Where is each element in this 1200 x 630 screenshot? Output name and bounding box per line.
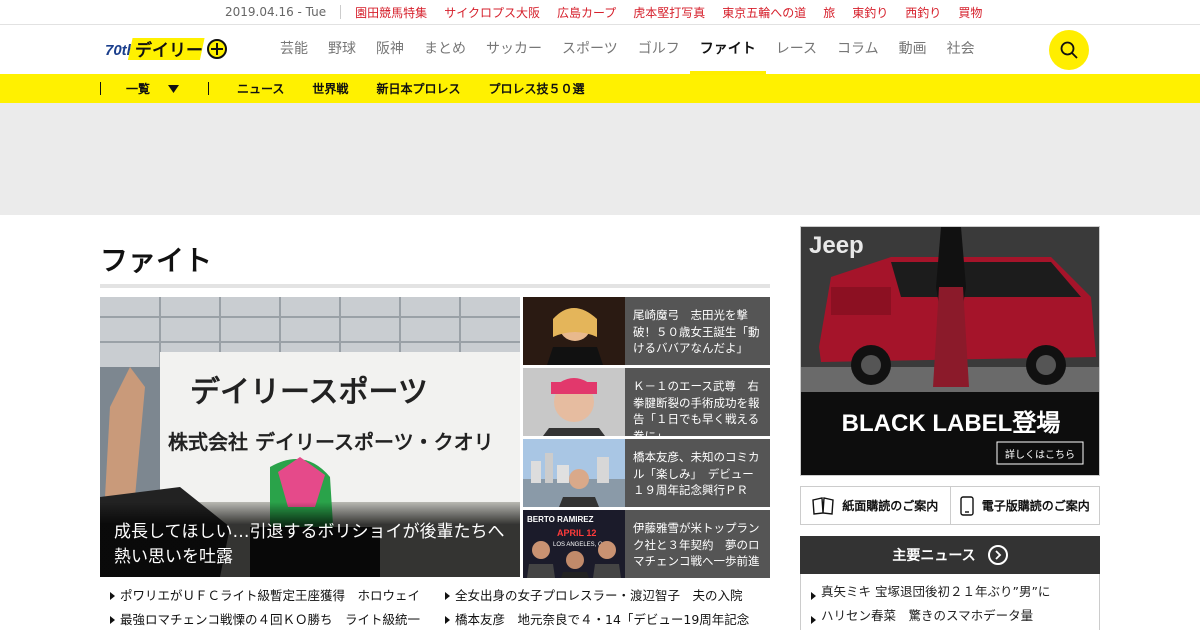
list-item[interactable]: 全女出身の女子プロレスラー・渡辺智子 夫の入院	[443, 587, 770, 604]
top-link-tokyo-olympics[interactable]: 東京五輪への道	[722, 4, 806, 21]
main-content: ファイト デイリースポーツ 株式会社 デイリースポーツ・クオリ 成長してほしい……	[0, 215, 1200, 630]
nav-fight[interactable]: ファイト	[689, 25, 766, 75]
list-item[interactable]: 橋本友彦 地元奈良で４・14「デビュー19周年記念	[443, 611, 770, 628]
book-icon	[812, 496, 834, 515]
svg-text:Jeep: Jeep	[809, 232, 864, 259]
subscription-links: 紙面購読のご案内 電子版購読のご案内	[800, 486, 1100, 525]
list-item[interactable]: ハリセン春菜 驚きのスマホデータ量	[811, 608, 1033, 623]
list-dropdown-label: 一覧	[126, 82, 151, 96]
hero-caption: 成長してほしい…引退するボリショイが後輩たちへ熱い思いを吐露	[100, 502, 520, 577]
side-article[interactable]: 尾崎魔弓 志田光を撃破！５０歳女王誕生「動けるババアなんだよ」	[523, 297, 770, 365]
sub-nav: 一覧 ニュース 世界戦 新日本プロレス プロレス技５０選	[0, 74, 1200, 103]
page-title: ファイト	[100, 244, 213, 277]
list-item[interactable]: 最強ロマチェンコ戦慄の４回ＫＯ勝ち ライト級統一	[108, 611, 443, 628]
chevron-right-icon	[987, 545, 1008, 565]
subnav-divider	[208, 82, 210, 95]
main-nav: 芸能 野球 阪神 まとめ サッカー スポーツ ゴルフ ファイト レース コラム …	[270, 25, 985, 75]
nav-video[interactable]: 動画	[889, 25, 937, 74]
list-dropdown[interactable]: 一覧	[126, 80, 180, 97]
list-item[interactable]: ポワリエがＵＦＣライト級暫定王座獲得 ホロウェイ	[108, 587, 443, 604]
top-link-carp[interactable]: 広島カープ	[557, 4, 616, 21]
nav-sports[interactable]: スポーツ	[552, 25, 628, 74]
triangle-down-icon	[168, 84, 180, 93]
news-link-list: ポワリエがＵＦＣライト級暫定王座獲得 ホロウェイ 全女出身の女子プロレスラー・渡…	[108, 587, 770, 628]
nav-soccer[interactable]: サッカー	[476, 25, 552, 74]
jeep-ad-graphic: Jeep BLACK LABEL登場 詳しくはこちら	[801, 227, 1099, 475]
subnav-world-title[interactable]: 世界戦	[312, 80, 348, 97]
svg-text:株式会社 デイリースポーツ・クオリ: 株式会社 デイリースポーツ・クオリ	[168, 430, 494, 454]
hero-article[interactable]: デイリースポーツ 株式会社 デイリースポーツ・クオリ 成長してほしい…引退するボ…	[100, 297, 520, 577]
top-link-cyclops[interactable]: サイクロプス大阪	[444, 4, 540, 21]
smartphone-icon	[960, 495, 974, 516]
major-news-title: 主要ニュース	[892, 548, 976, 564]
top-link-shopping[interactable]: 買物	[958, 4, 982, 21]
title-divider	[100, 284, 770, 288]
svg-text:APRIL 12: APRIL 12	[557, 528, 596, 538]
nav-race[interactable]: レース	[766, 25, 827, 74]
side-article[interactable]: 橋本友彦、未知のコミカル「楽しみ」 デビュー１９周年記念興行ＰＲ	[523, 439, 770, 507]
top-link-sonoda[interactable]: 園田競馬特集	[355, 4, 427, 21]
major-news-panel: 主要ニュース 真矢ミキ 宝塚退団後初２１年ぶり”男”に ハリセン春菜 驚きのスマ…	[800, 536, 1100, 630]
article-thumbnail	[523, 439, 625, 507]
subnav-divider	[100, 82, 101, 95]
major-news-list: 真矢ミキ 宝塚退団後初２１年ぶり”男”に ハリセン春菜 驚きのスマホデータ量	[800, 574, 1100, 630]
nav-society[interactable]: 社会	[937, 25, 985, 74]
top-link-west-fishing[interactable]: 西釣り	[905, 4, 941, 21]
search-button[interactable]	[1049, 30, 1089, 70]
jeep-ad[interactable]: Jeep BLACK LABEL登場 詳しくはこちら	[800, 226, 1100, 476]
side-article-title: 伊藤雅雪が米トップランク社と３年契約 夢のロマチェンコ戦へ一歩前進	[633, 521, 760, 568]
top-link-east-fishing[interactable]: 東釣り	[852, 4, 888, 21]
paper-subscription-label: 紙面購読のご案内	[842, 499, 939, 513]
svg-text:デイリースポーツ: デイリースポーツ	[190, 375, 428, 410]
top-special-links: 園田競馬特集 サイクロプス大阪 広島カープ 虎本堅打写真 東京五輪への道 旅 東…	[355, 4, 982, 21]
subnav-njpw[interactable]: 新日本プロレス	[376, 80, 460, 97]
top-utility-bar: 2019.04.16 - Tue 園田競馬特集 サイクロプス大阪 広島カープ 虎…	[0, 0, 1200, 25]
article-thumbnail: BERTO RAMIREZ APRIL 12 LOS ANGELES, CA	[523, 510, 625, 578]
digital-subscription-label: 電子版購読のご案内	[981, 499, 1090, 513]
nav-baseball[interactable]: 野球	[318, 25, 366, 74]
side-article[interactable]: BERTO RAMIREZ APRIL 12 LOS ANGELES, CA 伊…	[523, 510, 770, 578]
nav-entertainment[interactable]: 芸能	[270, 25, 318, 74]
subnav-wrestling-moves[interactable]: プロレス技５０選	[488, 80, 584, 97]
digital-subscription-button[interactable]: 電子版購読のご案内	[949, 487, 1100, 524]
nav-column[interactable]: コラム	[827, 25, 889, 74]
major-news-header[interactable]: 主要ニュース	[800, 536, 1100, 574]
site-logo[interactable]: 70th デイリー	[105, 36, 233, 62]
svg-text:デイリー: デイリー	[135, 40, 203, 61]
side-article-list: 尾崎魔弓 志田光を撃破！５０歳女王誕生「動けるババアなんだよ」 Ｋ－１のエース武…	[523, 297, 770, 581]
top-ad-banner[interactable]	[0, 103, 1200, 215]
article-thumbnail	[523, 368, 625, 436]
top-link-travel[interactable]: 旅	[823, 4, 835, 21]
svg-text:BERTO RAMIREZ: BERTO RAMIREZ	[527, 515, 594, 524]
site-header: 70th デイリー 芸能 野球 阪神 まとめ サッカー スポーツ ゴルフ ファイ…	[0, 25, 1200, 75]
side-article[interactable]: Ｋ－１のエース武尊 右拳腱断裂の手術成功を報告「１日でも早く戦える拳に」	[523, 368, 770, 436]
article-thumbnail	[523, 297, 625, 365]
svg-text:詳しくはこちら: 詳しくはこちら	[1005, 448, 1075, 461]
side-article-title: 尾崎魔弓 志田光を撃破！５０歳女王誕生「動けるババアなんだよ」	[633, 308, 760, 355]
paper-subscription-button[interactable]: 紙面購読のご案内	[801, 487, 950, 524]
nav-matome[interactable]: まとめ	[414, 25, 476, 74]
nav-hanshin[interactable]: 阪神	[366, 25, 414, 74]
svg-text:LOS ANGELES, CA: LOS ANGELES, CA	[553, 542, 606, 548]
search-icon	[1060, 41, 1078, 59]
nav-golf[interactable]: ゴルフ	[628, 25, 690, 74]
subnav-news[interactable]: ニュース	[237, 80, 284, 97]
daily-logo-graphic: 70th デイリー	[105, 38, 227, 61]
current-date: 2019.04.16 - Tue	[225, 5, 342, 19]
top-link-tora-photo[interactable]: 虎本堅打写真	[633, 4, 705, 21]
list-item[interactable]: 真矢ミキ 宝塚退団後初２１年ぶり”男”に	[811, 584, 1050, 599]
side-article-title: 橋本友彦、未知のコミカル「楽しみ」 デビュー１９周年記念興行ＰＲ	[633, 450, 760, 497]
side-article-title: Ｋ－１のエース武尊 右拳腱断裂の手術成功を報告「１日でも早く戦える拳に」	[633, 379, 760, 436]
svg-text:BLACK LABEL登場: BLACK LABEL登場	[842, 410, 1061, 437]
